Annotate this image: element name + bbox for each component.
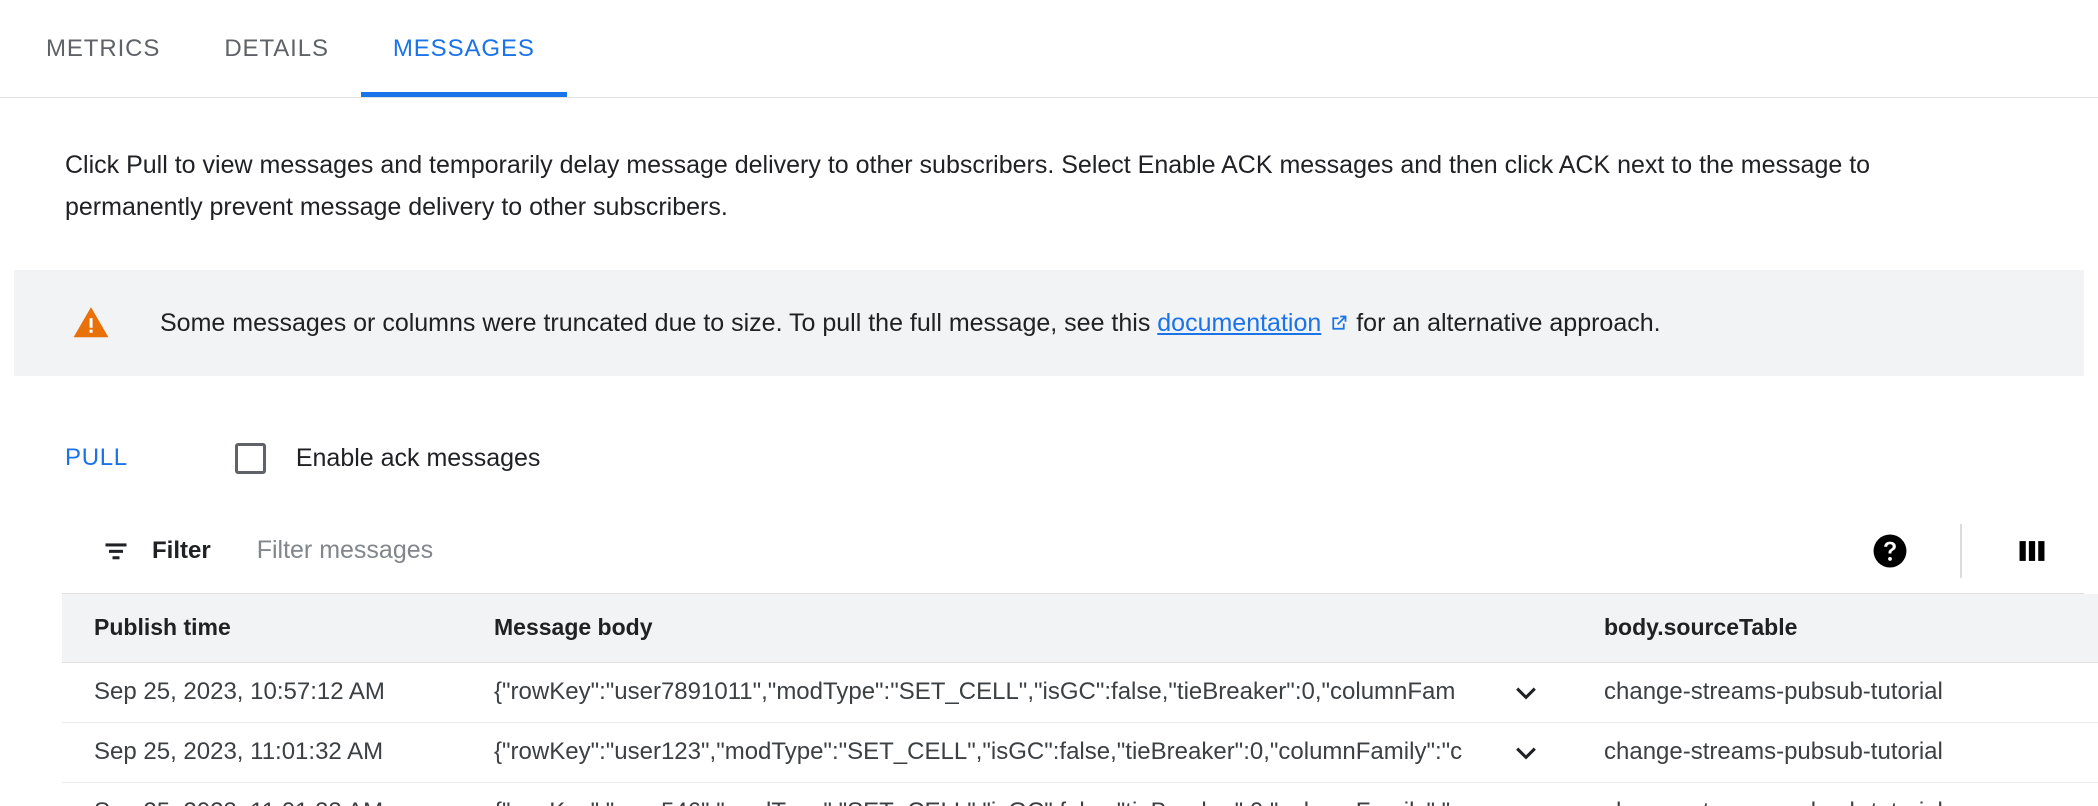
messages-table: Publish time Message body body.sourceTab… (62, 594, 2098, 806)
cell-publish-time: Sep 25, 2023, 11:01:32 AM (62, 722, 462, 783)
tab-metrics[interactable]: METRICS (14, 0, 192, 97)
table-row[interactable]: Sep 25, 2023, 11:01:32 AM {"rowKey":"use… (62, 722, 2098, 783)
message-body-text: {"rowKey":"user7891011","modType":"SET_C… (494, 678, 1456, 705)
cell-publish-time: Sep 25, 2023, 11:01:33 AM (62, 782, 462, 806)
filter-bar-actions (1862, 523, 2060, 579)
pull-actions-row: PULL Enable ack messages (0, 376, 2098, 486)
messages-table-card: Filter Filter messages Publish time Mess… (62, 508, 2098, 806)
truncation-warning-banner: Some messages or columns were truncated … (14, 270, 2084, 376)
enable-ack-messages-checkbox[interactable] (234, 442, 266, 474)
toolbar-divider (1960, 523, 1962, 578)
external-link-icon[interactable] (1328, 313, 1349, 334)
pull-button[interactable]: PULL (65, 444, 128, 472)
intro-description: Click Pull to view messages and temporar… (65, 151, 1871, 221)
column-display-options-button[interactable] (2004, 523, 2060, 579)
expand-row-button[interactable] (1504, 790, 1548, 806)
warning-triangle-icon (73, 307, 109, 338)
table-row[interactable]: Sep 25, 2023, 11:01:33 AM {"rowKey":"use… (62, 782, 2098, 806)
chevron-down-icon[interactable] (1510, 676, 1542, 708)
cell-source-table: change-streams-pubsub-tutorial (1572, 662, 2098, 723)
help-button[interactable] (1862, 523, 1918, 579)
column-header-message-body[interactable]: Message body (462, 594, 1572, 663)
enable-ack-messages-label: Enable ack messages (295, 443, 541, 472)
cell-publish-time: Sep 25, 2023, 10:57:12 AM (62, 662, 462, 723)
tab-details[interactable]: DETAILS (192, 0, 361, 97)
filter-list-icon[interactable] (102, 537, 130, 565)
help-circle-icon[interactable] (1871, 532, 1909, 570)
column-header-source-table[interactable]: body.sourceTable (1572, 594, 2098, 663)
column-header-publish-time[interactable]: Publish time (62, 594, 462, 663)
filter-label: Filter (152, 536, 211, 564)
cell-message-body: {"rowKey":"user546","modType":"SET_CELL"… (462, 782, 1572, 806)
messages-table-head: Publish time Message body body.sourceTab… (62, 594, 2098, 663)
enable-ack-messages-control[interactable]: Enable ack messages (234, 442, 541, 474)
messages-table-body: Sep 25, 2023, 10:57:12 AM {"rowKey":"use… (62, 662, 2098, 806)
table-row[interactable]: Sep 25, 2023, 10:57:12 AM {"rowKey":"use… (62, 662, 2098, 723)
messages-tab-page: METRICS DETAILS MESSAGES Click Pull to v… (0, 0, 2098, 806)
documentation-link[interactable]: documentation (1157, 309, 1321, 337)
table-header-row: Publish time Message body body.sourceTab… (62, 594, 2098, 663)
cell-source-table: change-streams-pubsub-tutorial (1572, 722, 2098, 783)
cell-message-body: {"rowKey":"user123","modType":"SET_CELL"… (462, 722, 1572, 783)
filter-messages-input[interactable] (254, 530, 1862, 571)
cell-source-table: change-streams-pubsub-tutorial (1572, 782, 2098, 806)
filter-bar: Filter (62, 508, 2084, 594)
chevron-down-icon[interactable] (1510, 796, 1542, 806)
message-body-text: {"rowKey":"user546","modType":"SET_CELL"… (494, 798, 1462, 806)
expand-row-button[interactable] (1504, 670, 1548, 714)
cell-message-body: {"rowKey":"user7891011","modType":"SET_C… (462, 662, 1572, 723)
expand-row-button[interactable] (1504, 730, 1548, 774)
column-display-icon[interactable] (2015, 534, 2049, 568)
chevron-down-icon[interactable] (1510, 736, 1542, 768)
tab-messages[interactable]: MESSAGES (360, 0, 567, 97)
message-body-text: {"rowKey":"user123","modType":"SET_CELL"… (494, 738, 1463, 765)
tab-bar: METRICS DETAILS MESSAGES (0, 0, 2098, 98)
banner-message: Some messages or columns were truncated … (160, 306, 1661, 340)
banner-text-before: Some messages or columns were truncated … (160, 309, 1158, 337)
banner-text-after: for an alternative approach. (1349, 309, 1661, 337)
